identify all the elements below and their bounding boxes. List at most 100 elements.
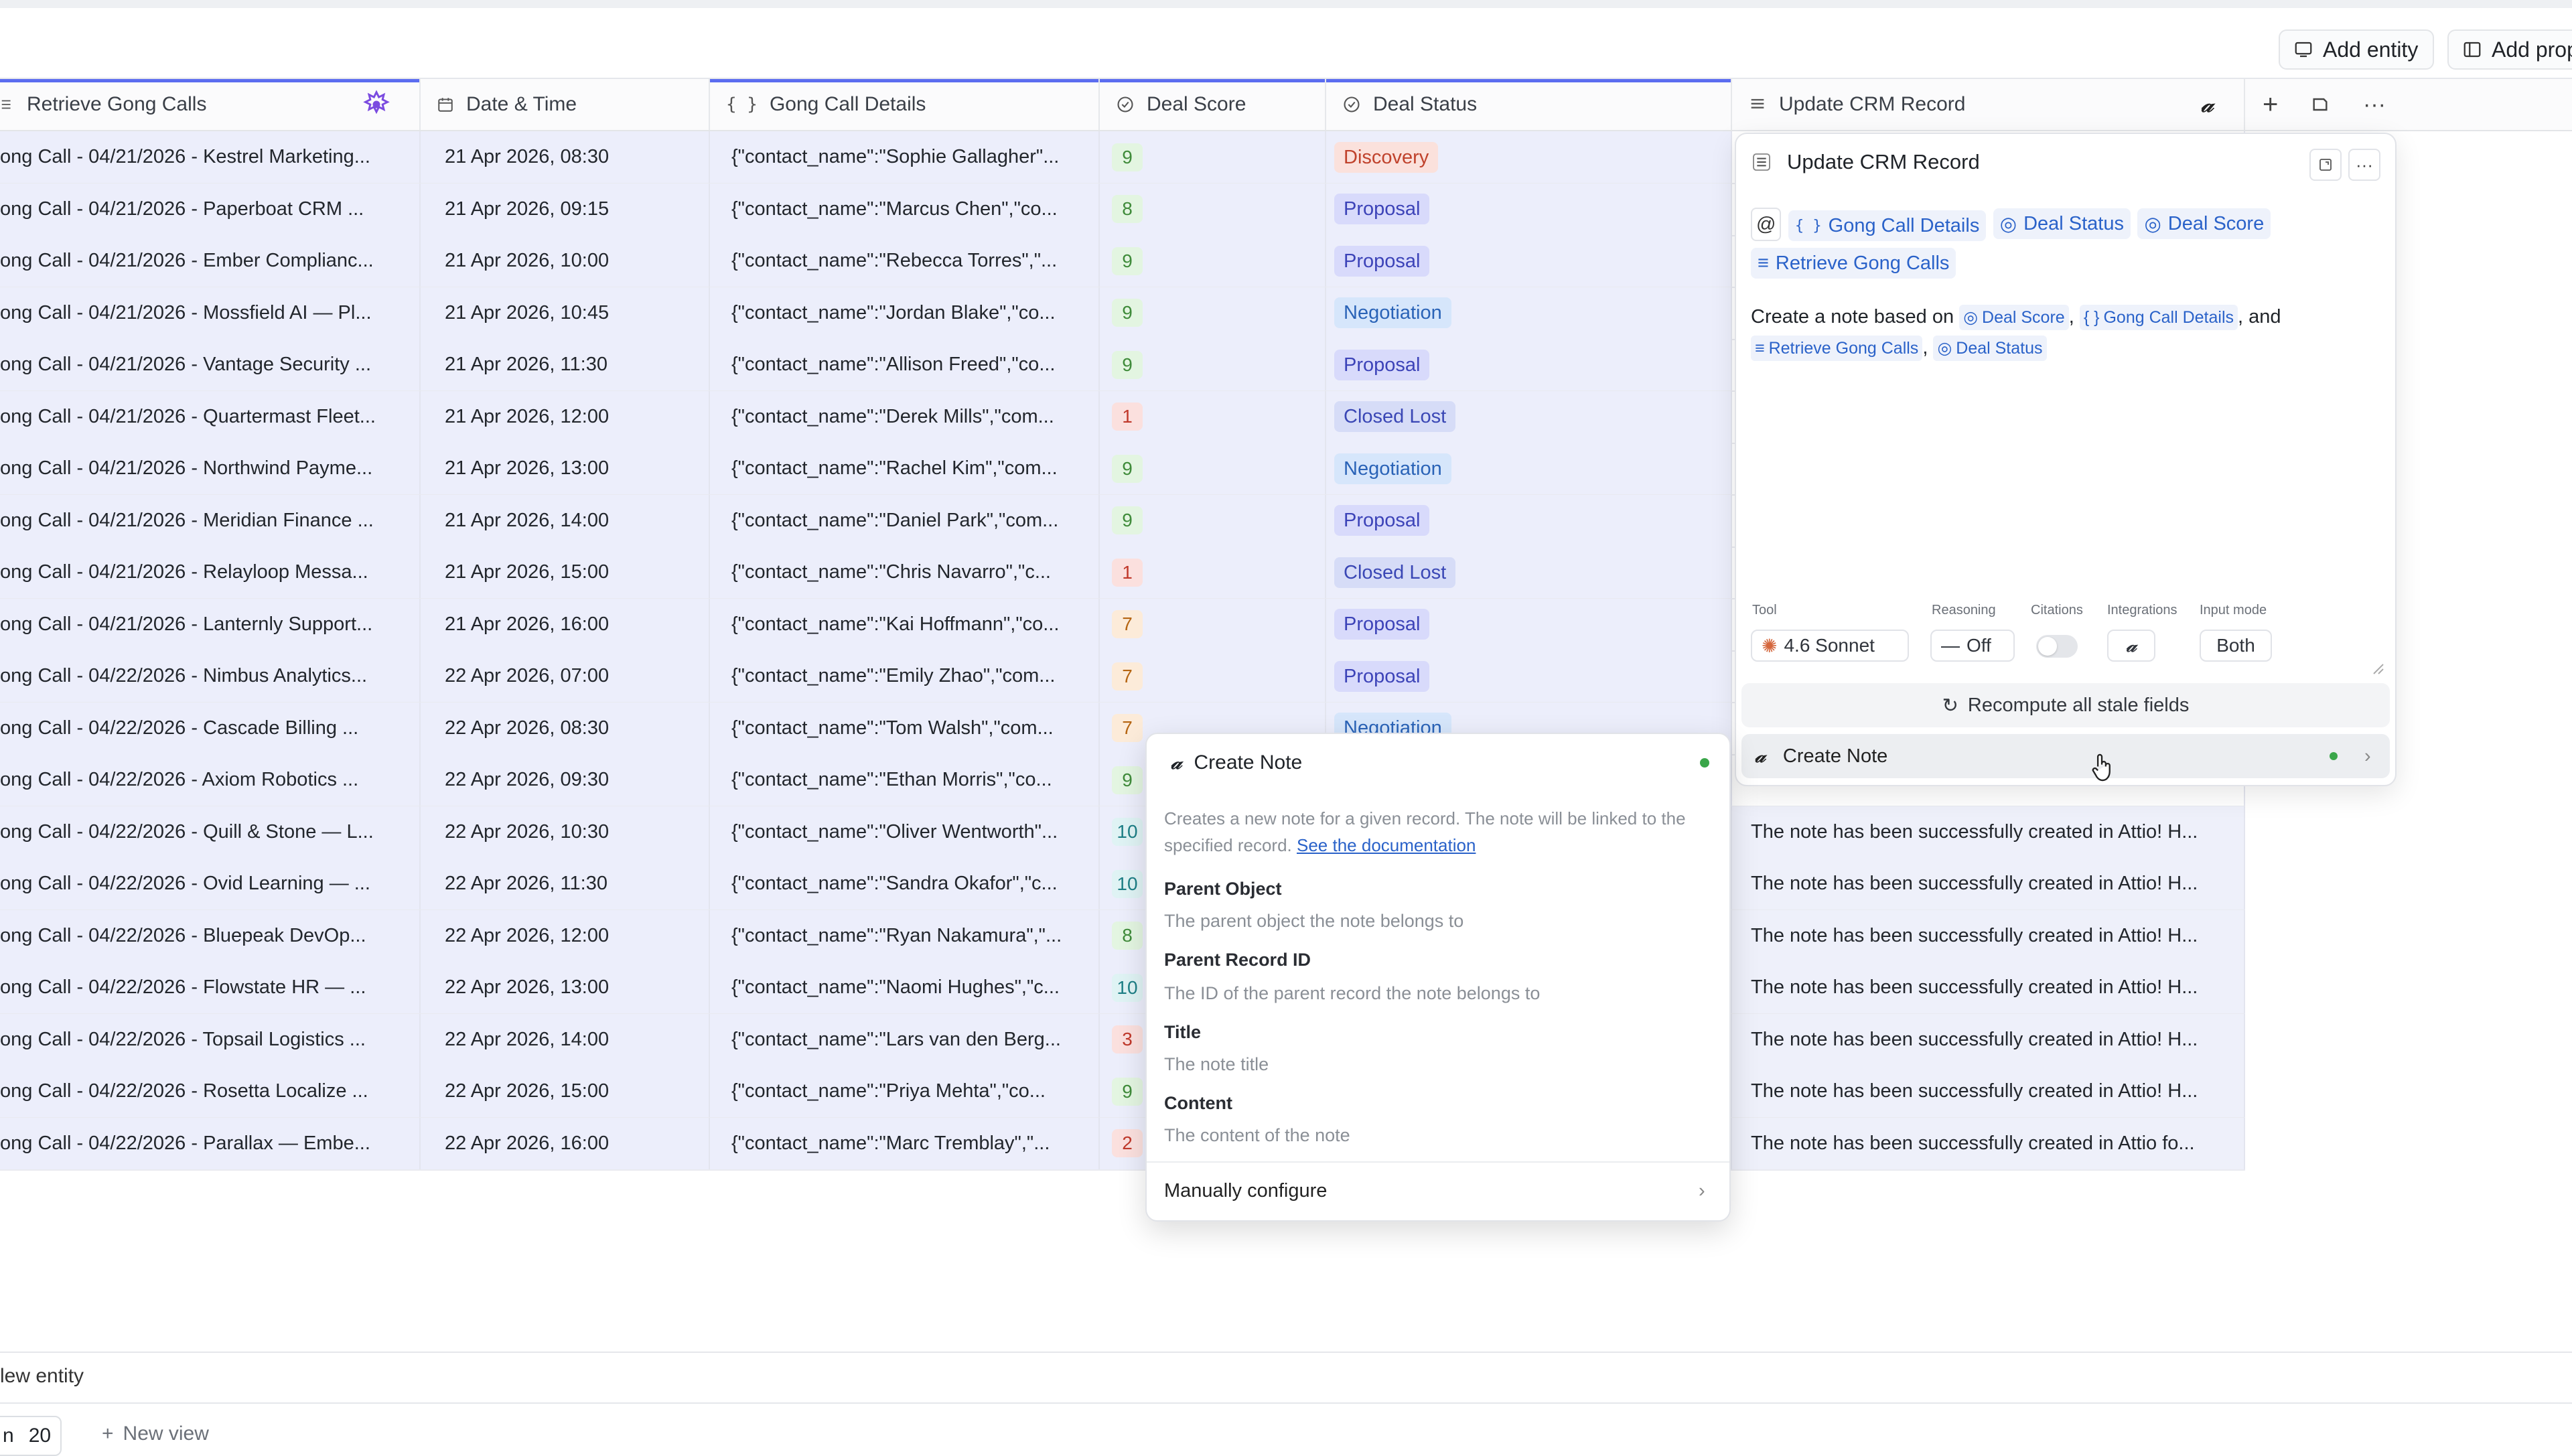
cell-deal-status[interactable]: Proposal — [1326, 339, 1732, 390]
input-mode-select[interactable]: Both — [2200, 630, 2272, 662]
cell-retrieve-gong-calls[interactable]: ong Call - 04/21/2026 - Quartermast Flee… — [0, 390, 421, 443]
resize-handle-icon[interactable] — [2370, 660, 2384, 675]
cell-retrieve-gong-calls[interactable]: ong Call - 04/22/2026 - Bluepeak DevOp..… — [0, 909, 421, 962]
cell-gong-call-details[interactable]: {"contact_name":"Rebecca Torres","... — [710, 235, 1100, 287]
cell-update-crm-record[interactable]: The note has been successfully created i… — [1732, 1066, 2245, 1117]
field-chip[interactable]: ◎ Deal Status — [1993, 208, 2131, 239]
cell-date-time[interactable]: 22 Apr 2026, 10:30 — [421, 806, 710, 858]
cell-date-time[interactable]: 22 Apr 2026, 12:00 — [421, 909, 710, 962]
cell-gong-call-details[interactable]: {"contact_name":"Emily Zhao","com... — [710, 650, 1100, 702]
cell-retrieve-gong-calls[interactable]: ong Call - 04/22/2026 - Flowstate HR — .… — [0, 962, 421, 1013]
cell-gong-call-details[interactable]: {"contact_name":"Oliver Wentworth"... — [710, 806, 1100, 858]
cell-retrieve-gong-calls[interactable]: ong Call - 04/21/2026 - Paperboat CRM ..… — [0, 183, 421, 235]
cell-gong-call-details[interactable]: {"contact_name":"Sandra Okafor","c... — [710, 858, 1100, 909]
cell-update-crm-record[interactable]: The note has been successfully created i… — [1732, 1117, 2245, 1169]
column-header-date-time[interactable]: Date & Time — [421, 79, 710, 130]
integrations-button[interactable]: 𝒶 — [2107, 630, 2155, 662]
cell-retrieve-gong-calls[interactable]: ong Call - 04/21/2026 - Lanternly Suppor… — [0, 598, 421, 650]
table-row[interactable]: ong Call - 04/22/2026 - Rosetta Localize… — [0, 1066, 2245, 1118]
cell-deal-status[interactable]: Closed Lost — [1326, 390, 1732, 443]
cell-deal-score[interactable]: 7 — [1100, 598, 1326, 650]
cell-gong-call-details[interactable]: {"contact_name":"Jordan Blake","co... — [710, 287, 1100, 339]
cell-deal-status[interactable]: Negotiation — [1326, 287, 1732, 339]
cell-date-time[interactable]: 21 Apr 2026, 08:30 — [421, 131, 710, 183]
cell-date-time[interactable]: 22 Apr 2026, 14:00 — [421, 1013, 710, 1066]
cell-date-time[interactable]: 21 Apr 2026, 10:00 — [421, 235, 710, 287]
add-property-button[interactable]: Add prop — [2447, 29, 2572, 70]
view-tab[interactable]: n 20 — [0, 1416, 62, 1456]
cell-date-time[interactable]: 22 Apr 2026, 08:30 — [421, 702, 710, 754]
model-select[interactable]: ✺ 4.6 Sonnet — [1751, 630, 1909, 662]
cell-retrieve-gong-calls[interactable]: ong Call - 04/21/2026 - Kestrel Marketin… — [0, 131, 421, 183]
ai-sparkle-icon[interactable] — [362, 90, 391, 119]
history-button[interactable] — [2296, 79, 2347, 130]
cell-date-time[interactable]: 21 Apr 2026, 09:15 — [421, 183, 710, 235]
cell-retrieve-gong-calls[interactable]: ong Call - 04/21/2026 - Northwind Payme.… — [0, 443, 421, 494]
cell-gong-call-details[interactable]: {"contact_name":"Priya Mehta","co... — [710, 1066, 1100, 1117]
new-entity-button[interactable]: lew entity — [0, 1365, 84, 1388]
cell-deal-score[interactable]: 9 — [1100, 235, 1326, 287]
column-header-deal-score[interactable]: Deal Score — [1100, 79, 1326, 130]
cell-deal-score[interactable]: 9 — [1100, 131, 1326, 183]
cell-retrieve-gong-calls[interactable]: ong Call - 04/21/2026 - Relayloop Messa.… — [0, 547, 421, 598]
cell-date-time[interactable]: 22 Apr 2026, 13:00 — [421, 962, 710, 1013]
cell-gong-call-details[interactable]: {"contact_name":"Naomi Hughes","c... — [710, 962, 1100, 1013]
field-chip[interactable]: { } Gong Call Details — [1788, 210, 1987, 241]
new-view-button[interactable]: + New view — [102, 1423, 209, 1445]
panel-more-button[interactable]: ··· — [2348, 149, 2380, 181]
add-entity-button[interactable]: Add entity — [2279, 29, 2434, 70]
cell-gong-call-details[interactable]: {"contact_name":"Sophie Gallagher"... — [710, 131, 1100, 183]
cell-gong-call-details[interactable]: {"contact_name":"Rachel Kim","com... — [710, 443, 1100, 494]
cell-retrieve-gong-calls[interactable]: ong Call - 04/22/2026 - Cascade Billing … — [0, 702, 421, 754]
integration-create-note-item[interactable]: 𝒶 Create Note › — [1741, 734, 2390, 778]
column-header-update-crm-record[interactable]: Update CRM Record 𝒶 — [1732, 79, 2245, 130]
column-header-retrieve-gong-calls[interactable]: Retrieve Gong Calls — [0, 79, 421, 130]
cell-date-time[interactable]: 21 Apr 2026, 10:45 — [421, 287, 710, 339]
cell-deal-score[interactable]: 7 — [1100, 650, 1326, 702]
cell-deal-score[interactable]: 9 — [1100, 443, 1326, 494]
cell-deal-status[interactable]: Discovery — [1326, 131, 1732, 183]
cell-update-crm-record[interactable]: The note has been successfully created i… — [1732, 806, 2245, 858]
cell-date-time[interactable]: 22 Apr 2026, 07:00 — [421, 650, 710, 702]
cell-date-time[interactable]: 21 Apr 2026, 14:00 — [421, 494, 710, 547]
cell-gong-call-details[interactable]: {"contact_name":"Lars van den Berg... — [710, 1013, 1100, 1066]
cell-retrieve-gong-calls[interactable]: ong Call - 04/22/2026 - Axiom Robotics .… — [0, 754, 421, 806]
cell-gong-call-details[interactable]: {"contact_name":"Marc Tremblay","... — [710, 1117, 1100, 1169]
cell-deal-score[interactable]: 9 — [1100, 287, 1326, 339]
more-options-button[interactable]: ··· — [2347, 79, 2407, 130]
table-row[interactable]: ong Call - 04/22/2026 - Ovid Learning — … — [0, 858, 2245, 911]
cell-deal-score[interactable]: 1 — [1100, 547, 1326, 598]
recompute-stale-button[interactable]: ↻ Recompute all stale fields — [1741, 683, 2390, 727]
cell-retrieve-gong-calls[interactable]: ong Call - 04/21/2026 - Vantage Security… — [0, 339, 421, 390]
table-row[interactable]: ong Call - 04/22/2026 - Parallax — Embe.… — [0, 1117, 2245, 1171]
cell-date-time[interactable]: 21 Apr 2026, 16:00 — [421, 598, 710, 650]
cell-update-crm-record[interactable]: The note has been successfully created i… — [1732, 858, 2245, 909]
prompt-editor[interactable]: Create a note based on ◎ Deal Score, { }… — [1751, 301, 2380, 363]
cell-date-time[interactable]: 22 Apr 2026, 09:30 — [421, 754, 710, 806]
cell-deal-status[interactable]: Proposal — [1326, 183, 1732, 235]
cell-date-time[interactable]: 22 Apr 2026, 16:00 — [421, 1117, 710, 1169]
cell-gong-call-details[interactable]: {"contact_name":"Ethan Morris","co... — [710, 754, 1100, 806]
mention-button[interactable]: @ — [1751, 208, 1782, 241]
cell-gong-call-details[interactable]: {"contact_name":"Marcus Chen","co... — [710, 183, 1100, 235]
field-chip[interactable]: ◎ Deal Score — [2137, 208, 2271, 239]
add-column-button[interactable]: + — [2245, 79, 2296, 130]
cell-deal-score[interactable]: 9 — [1100, 494, 1326, 547]
cell-gong-call-details[interactable]: {"contact_name":"Allison Freed","co... — [710, 339, 1100, 390]
cell-deal-score[interactable]: 1 — [1100, 390, 1326, 443]
field-chip[interactable]: ≡ Retrieve Gong Calls — [1751, 248, 1956, 279]
cell-date-time[interactable]: 21 Apr 2026, 13:00 — [421, 443, 710, 494]
column-header-deal-status[interactable]: Deal Status — [1326, 79, 1732, 130]
cell-retrieve-gong-calls[interactable]: ong Call - 04/22/2026 - Nimbus Analytics… — [0, 650, 421, 702]
reasoning-select[interactable]: — Off — [1930, 630, 2015, 662]
cell-date-time[interactable]: 21 Apr 2026, 15:00 — [421, 547, 710, 598]
cell-deal-status[interactable]: Proposal — [1326, 650, 1732, 702]
cell-date-time[interactable]: 22 Apr 2026, 15:00 — [421, 1066, 710, 1117]
cell-deal-status[interactable]: Proposal — [1326, 494, 1732, 547]
cell-deal-status[interactable]: Negotiation — [1326, 443, 1732, 494]
cell-update-crm-record[interactable]: The note has been successfully created i… — [1732, 962, 2245, 1013]
cell-deal-status[interactable]: Proposal — [1326, 598, 1732, 650]
cell-update-crm-record[interactable]: The note has been successfully created i… — [1732, 1013, 2245, 1066]
cell-deal-status[interactable]: Proposal — [1326, 235, 1732, 287]
cell-date-time[interactable]: 21 Apr 2026, 11:30 — [421, 339, 710, 390]
